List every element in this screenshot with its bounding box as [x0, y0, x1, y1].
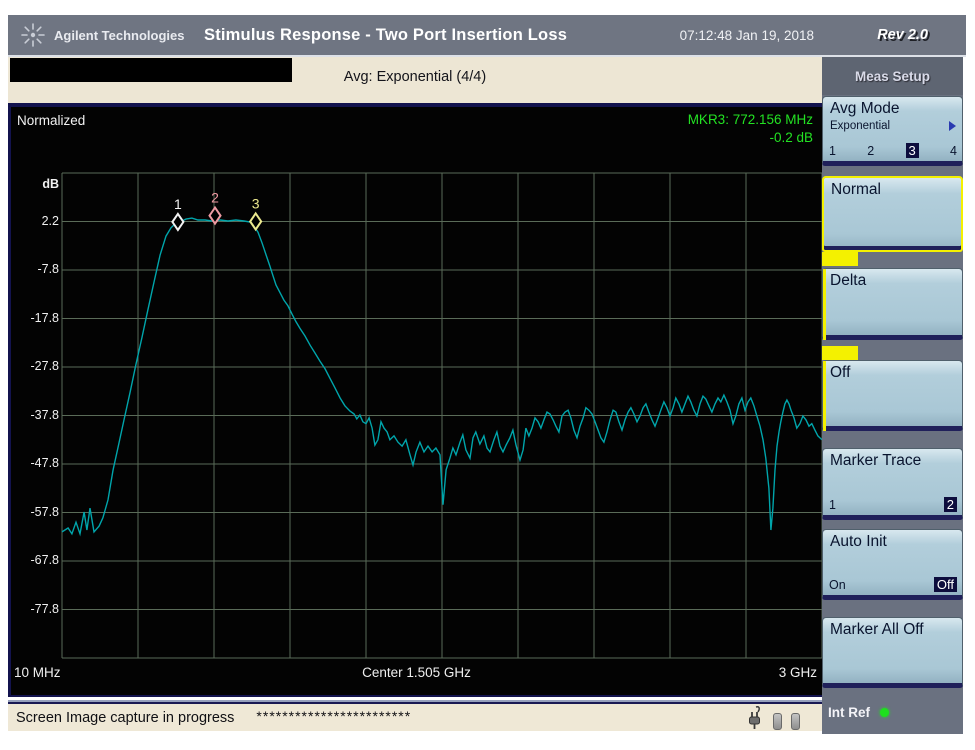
status-message: Screen Image capture in progress — [16, 709, 235, 726]
status-message-row: Screen Image capture in progress *******… — [16, 702, 411, 733]
auto-init-option-off-selected: Off — [933, 577, 957, 592]
marker-trace-option-2-selected: 2 — [943, 497, 957, 512]
y-tick-label: -77.8 — [30, 601, 60, 616]
y-tick-label: -47.8 — [30, 456, 60, 470]
int-ref-label: Int Ref — [828, 705, 870, 720]
marker-all-off-label: Marker All Off — [830, 621, 924, 638]
marker-readout-amp: -0.2 dB — [769, 130, 813, 146]
annotation-bar: Avg: Exponential (4/4) — [8, 57, 822, 103]
auto-init-title: Auto Init — [830, 533, 887, 550]
softkey-auto-init[interactable]: Auto Init On Off — [822, 529, 963, 600]
menu-title: Meas Setup — [822, 57, 963, 95]
delta-label: Delta — [830, 272, 867, 289]
battery-icon — [791, 713, 800, 730]
y-axis-unit: dB — [42, 177, 59, 191]
marker-readout: MKR3: 772.156 MHz -0.2 dB — [688, 111, 813, 147]
marker-trace-title: Marker Trace — [830, 452, 922, 469]
softkey-marker-trace[interactable]: Marker Trace 1 2 — [822, 448, 963, 520]
softkey-delta[interactable]: Delta — [822, 268, 963, 340]
x-axis-labels: 10 MHz Center 1.505 GHz 3 GHz — [11, 665, 822, 687]
softkey-off[interactable]: Off — [822, 360, 963, 431]
marker-number-1: 1 — [174, 196, 182, 212]
redacted-region — [10, 58, 292, 82]
y-tick-label: -37.8 — [30, 407, 60, 422]
brand: Agilent Technologies — [20, 15, 185, 55]
avg-mode-title: Avg Mode — [830, 100, 900, 117]
avg-count-4: 4 — [950, 144, 957, 158]
y-tick-label: -7.8 — [37, 262, 59, 276]
avg-count-1: 1 — [829, 144, 836, 158]
x-axis-stop-label: 3 GHz — [778, 665, 817, 680]
submenu-arrow-icon — [949, 121, 956, 131]
avg-count-2: 2 — [867, 144, 875, 158]
avg-count-3-selected: 3 — [905, 143, 919, 158]
title-bar: Agilent Technologies Stimulus Response -… — [8, 15, 966, 55]
auto-init-option-on: On — [829, 578, 846, 592]
yellow-highlight-fragment — [822, 346, 858, 360]
x-axis-center-label: Center 1.505 GHz — [362, 665, 471, 680]
marker-number-2: 2 — [211, 190, 219, 206]
marker-number-3: 3 — [252, 195, 260, 211]
normal-label: Normal — [831, 181, 881, 198]
marker-readout-freq: MKR3: 772.156 MHz — [687, 112, 813, 127]
datetime-display: 07:12:48 Jan 19, 2018 — [679, 27, 814, 43]
marker-trace-option-1: 1 — [829, 498, 836, 512]
softkey-menu: Meas Setup Avg Mode Exponential 1 2 3 4 … — [822, 57, 963, 734]
trace-plot-svg: 1 2 3 — [61, 172, 822, 659]
y-tick-label: 2.2 — [41, 213, 59, 228]
int-ref-indicator: Int Ref — [828, 705, 889, 720]
auto-init-options: On Off — [829, 577, 957, 592]
instrument-screen: Agilent Technologies Stimulus Response -… — [0, 0, 975, 750]
status-icons — [746, 706, 800, 730]
marker-diamond-3 — [248, 211, 263, 232]
yellow-highlight-fragment — [822, 252, 858, 266]
softkey-avg-mode[interactable]: Avg Mode Exponential 1 2 3 4 — [822, 96, 963, 166]
y-tick-label: -67.8 — [30, 553, 60, 567]
plot-inner: 1 2 3 Normalized MKR3: 772.156 MHz -0.2 dB… — [11, 107, 822, 695]
normalized-label: Normalized — [17, 113, 86, 128]
marker-trace-options: 1 2 — [829, 497, 957, 512]
avg-count-row: 1 2 3 4 — [829, 143, 957, 158]
firmware-rev: Rev 2.0 — [877, 27, 928, 43]
y-tick-label: -17.8 — [30, 310, 60, 325]
status-bar: Screen Image capture in progress *******… — [8, 700, 822, 731]
measurement-title: Stimulus Response - Two Port Insertion L… — [204, 25, 568, 44]
avg-mode-value: Exponential — [830, 120, 891, 132]
brand-name: Agilent Technologies — [54, 27, 185, 43]
agilent-spark-logo-icon — [21, 23, 45, 47]
y-tick-label: -57.8 — [30, 504, 60, 519]
trace-display-panel: 1 2 3 Normalized MKR3: 772.156 MHz -0.2 dB… — [8, 103, 822, 697]
y-tick-label: -27.8 — [30, 359, 60, 373]
softkey-normal[interactable]: Normal — [822, 176, 963, 252]
softkey-marker-all-off[interactable]: Marker All Off — [822, 617, 963, 688]
status-progress: ************************ — [256, 707, 412, 724]
ac-power-plug-icon — [749, 706, 760, 729]
marker-diamond-1 — [171, 212, 185, 232]
off-label: Off — [830, 364, 851, 381]
int-ref-led-icon — [880, 708, 889, 717]
battery-icon — [773, 713, 782, 730]
